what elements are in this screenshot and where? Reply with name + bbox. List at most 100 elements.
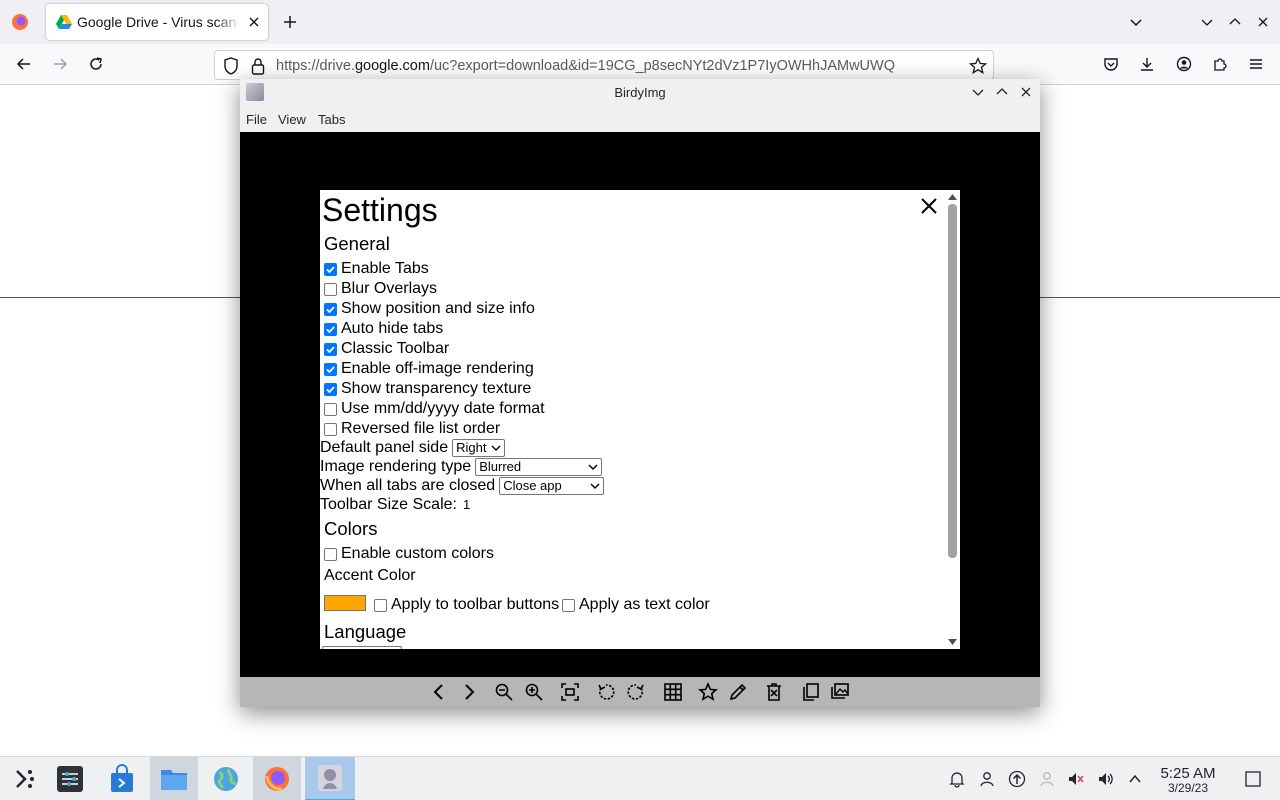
task-birdyimg[interactable]: [305, 757, 355, 800]
zoom-out-button[interactable]: [493, 681, 515, 703]
new-tab-button[interactable]: [277, 9, 303, 35]
option-checkbox[interactable]: [324, 302, 337, 316]
general-option-row[interactable]: Show position and size info: [324, 299, 535, 319]
lock-icon[interactable]: [251, 57, 265, 75]
favorite-button[interactable]: [697, 681, 719, 703]
delete-button[interactable]: [763, 681, 785, 703]
option-checkbox[interactable]: [324, 362, 337, 376]
gallery-grid-button[interactable]: [662, 681, 684, 703]
custom-colors-checkbox[interactable]: [324, 547, 337, 561]
chevron-right-icon: [465, 684, 475, 700]
scroll-up-icon[interactable]: [948, 194, 957, 200]
extensions-button[interactable]: [1207, 51, 1233, 77]
show-hidden-icons-button[interactable]: [1125, 769, 1145, 789]
settings-close-icon[interactable]: [918, 195, 940, 217]
rotate-left-button[interactable]: [595, 681, 617, 703]
apply-toolbar-checkbox[interactable]: [374, 598, 387, 612]
zoom-in-button[interactable]: [523, 681, 545, 703]
apply-text-checkbox[interactable]: [562, 598, 575, 612]
panel-side-row: Default panel side Right: [320, 438, 506, 457]
user-tray[interactable]: [977, 769, 997, 789]
show-desktop-button[interactable]: [1243, 769, 1263, 789]
window-titlebar[interactable]: BirdyImg: [240, 79, 1040, 106]
task-firefox[interactable]: [253, 757, 301, 800]
back-button[interactable]: [11, 51, 37, 77]
rendering-select[interactable]: Blurred: [475, 457, 603, 476]
task-discover[interactable]: [98, 757, 146, 800]
copy-button[interactable]: [799, 681, 821, 703]
option-checkbox[interactable]: [324, 322, 337, 336]
rotate-right-button[interactable]: [625, 681, 647, 703]
window-close-button[interactable]: [1018, 84, 1034, 100]
previous-button[interactable]: [428, 681, 450, 703]
tab-close-icon[interactable]: [246, 14, 262, 30]
scroll-down-icon[interactable]: [948, 639, 957, 645]
accounts-tray[interactable]: [1037, 769, 1057, 789]
option-checkbox[interactable]: [324, 422, 337, 436]
tracking-shield-icon[interactable]: [223, 57, 239, 75]
settings-scrollbar[interactable]: [945, 190, 960, 649]
copy-icon: [803, 683, 819, 701]
option-checkbox[interactable]: [324, 402, 337, 416]
image-viewer-area[interactable]: Settings General Enable Tabs Blur Overlay…: [240, 132, 1040, 677]
birdyimg-icon: [318, 765, 342, 791]
task-browser-globe[interactable]: [202, 757, 250, 800]
scrollbar-thumb[interactable]: [948, 204, 957, 558]
close-window-button[interactable]: [1250, 9, 1276, 35]
window-maximize-button[interactable]: [994, 84, 1010, 100]
application-launcher[interactable]: [0, 757, 48, 800]
option-checkbox[interactable]: [324, 342, 337, 356]
apply-text-row[interactable]: Apply as text color: [562, 596, 710, 614]
edit-button[interactable]: [727, 681, 749, 703]
downloads-button[interactable]: [1134, 51, 1160, 77]
section-colors: Colors: [324, 518, 378, 539]
clock-date[interactable]: 3/29/23: [1153, 781, 1223, 795]
url-bar[interactable]: https://drive.google.com/uc?export=downl…: [214, 50, 994, 80]
fit-screen-icon: [561, 683, 579, 701]
task-system-settings[interactable]: [46, 757, 94, 800]
toolbar-scale-value[interactable]: 1: [463, 497, 470, 512]
maximize-button[interactable]: [1222, 9, 1248, 35]
account-button[interactable]: [1171, 51, 1197, 77]
panel-side-select[interactable]: Right: [452, 438, 506, 457]
reload-button[interactable]: [83, 51, 109, 77]
language-select[interactable]: [322, 646, 402, 649]
general-option-row[interactable]: Classic Toolbar: [324, 339, 449, 359]
general-option-row[interactable]: Enable off-image rendering: [324, 359, 534, 379]
notifications-tray[interactable]: [947, 769, 967, 789]
set-wallpaper-button[interactable]: [829, 681, 851, 703]
window-minimize-button[interactable]: [970, 84, 986, 100]
task-file-manager[interactable]: [150, 757, 198, 800]
custom-colors-row[interactable]: Enable custom colors: [324, 544, 494, 564]
firefox-menu-icon[interactable]: [10, 12, 30, 32]
menu-tabs[interactable]: Tabs: [318, 112, 345, 127]
menu-view[interactable]: View: [278, 112, 306, 127]
tabs-closed-select[interactable]: Close app: [499, 476, 605, 495]
audio-muted-tray[interactable]: [1066, 769, 1086, 789]
next-button[interactable]: [458, 681, 480, 703]
general-option-row[interactable]: Auto hide tabs: [324, 319, 443, 339]
list-all-tabs-button[interactable]: [1123, 9, 1149, 35]
volume-tray[interactable]: [1096, 769, 1116, 789]
option-checkbox[interactable]: [324, 262, 337, 276]
menu-file[interactable]: File: [246, 112, 267, 127]
option-checkbox[interactable]: [324, 282, 337, 296]
fit-to-screen-button[interactable]: [559, 681, 581, 703]
general-option-row[interactable]: Reversed file list order: [324, 419, 500, 439]
apply-toolbar-row[interactable]: Apply to toolbar buttons: [374, 596, 559, 614]
apply-text-label: Apply as text color: [579, 596, 710, 613]
clock-time[interactable]: 5:25 AM: [1153, 765, 1223, 782]
browser-tab-active[interactable]: Google Drive - Virus scan warning: [46, 4, 268, 40]
minimize-button[interactable]: [1194, 9, 1220, 35]
general-option-row[interactable]: Blur Overlays: [324, 279, 437, 299]
updates-tray[interactable]: [1007, 769, 1027, 789]
general-option-row[interactable]: Use mm/dd/yyyy date format: [324, 399, 545, 419]
forward-button[interactable]: [47, 51, 73, 77]
pocket-button[interactable]: [1098, 51, 1124, 77]
general-option-row[interactable]: Show transparency texture: [324, 379, 531, 399]
bookmark-star-icon[interactable]: [969, 57, 987, 75]
app-menu-button[interactable]: [1243, 51, 1269, 77]
accent-color-swatch[interactable]: [324, 595, 366, 611]
general-option-row[interactable]: Enable Tabs: [324, 259, 429, 279]
option-checkbox[interactable]: [324, 382, 337, 396]
